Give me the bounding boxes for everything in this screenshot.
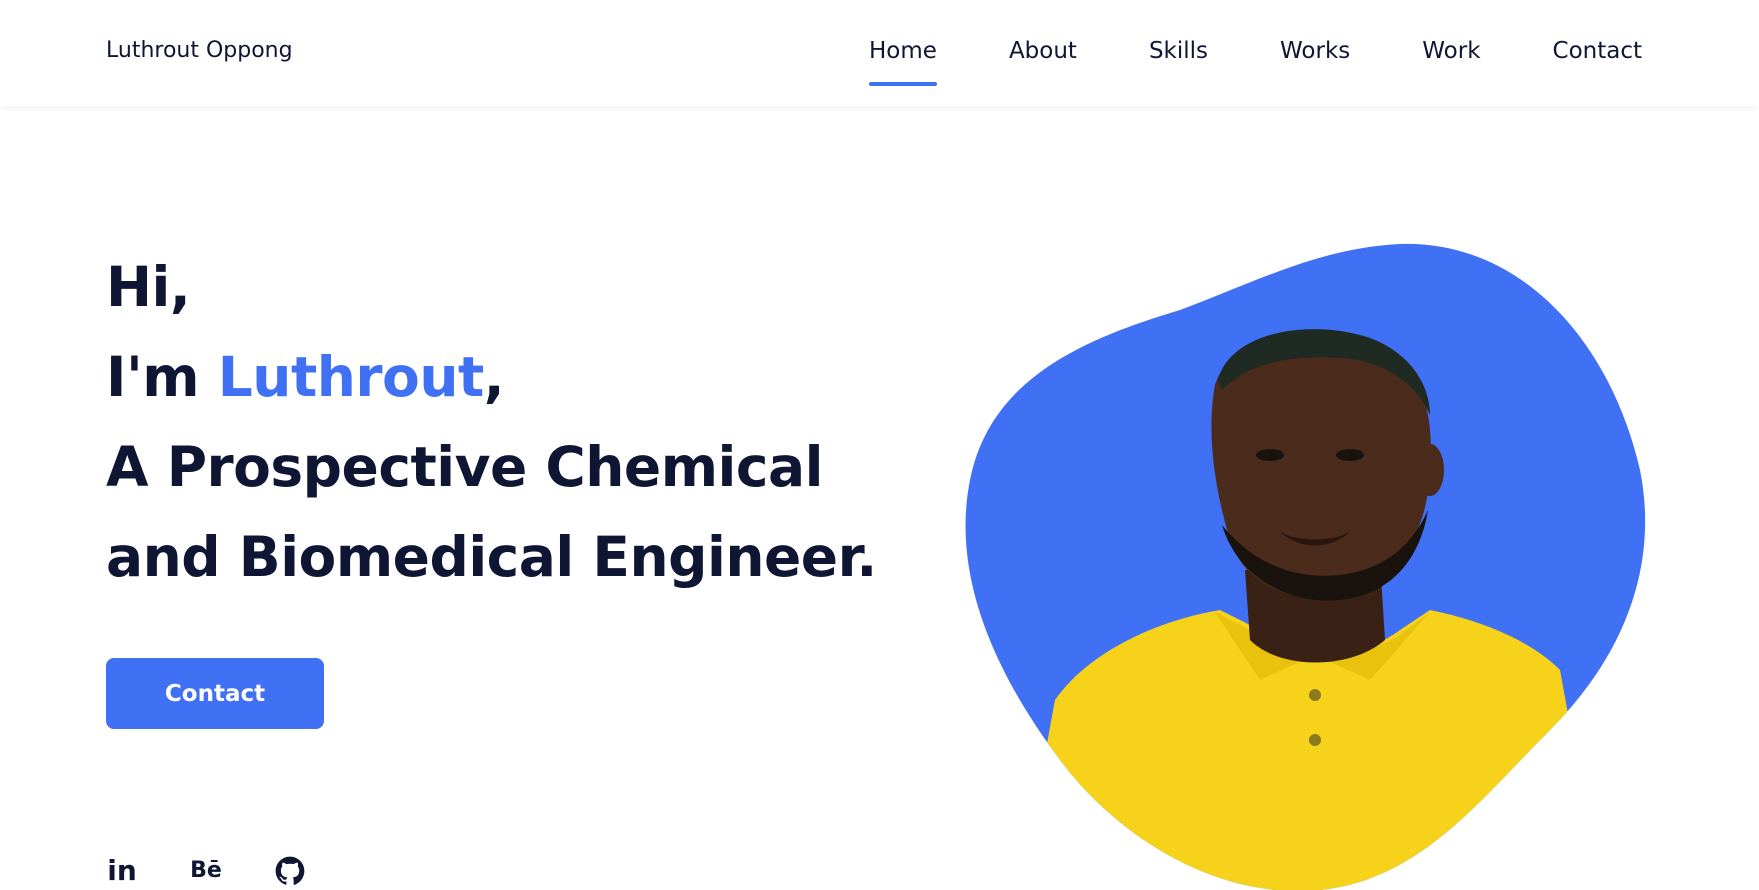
eye-left — [1256, 449, 1284, 461]
hero-headline: Hi, I'm Luthrout, A Prospective Chemical… — [106, 242, 877, 602]
hero-intro-prefix: I'm — [106, 345, 218, 409]
nav-item-works[interactable]: Works — [1280, 38, 1350, 64]
github-glyph — [275, 856, 305, 885]
social-links: in Bē — [106, 855, 306, 887]
site-header: Luthrout Oppong Home About Skills Works … — [0, 0, 1759, 106]
hero-greeting: Hi, — [106, 255, 191, 319]
behance-glyph: Bē — [190, 858, 222, 883]
nav-item-work[interactable]: Work — [1422, 38, 1480, 64]
nav-item-contact[interactable]: Contact — [1553, 38, 1642, 64]
main-nav: Home About Skills Works Work Contact — [869, 38, 1642, 86]
hero-contact-button[interactable]: Contact — [106, 658, 324, 729]
linkedin-glyph: in — [107, 854, 137, 887]
nav-item-skills[interactable]: Skills — [1149, 38, 1208, 64]
linkedin-icon[interactable]: in — [106, 855, 138, 887]
portrait-blob — [965, 243, 1646, 890]
hero-title-line-2: and Biomedical Engineer. — [106, 525, 877, 589]
shirt-button — [1309, 689, 1321, 701]
ear — [1416, 444, 1444, 496]
eye-right — [1336, 449, 1364, 461]
nav-item-about[interactable]: About — [1009, 38, 1077, 64]
hero-intro: I'm Luthrout, — [106, 332, 877, 422]
hero-title-line-1: A Prospective Chemical — [106, 435, 823, 499]
hero-intro-suffix: , — [483, 345, 505, 409]
hero-name: Luthrout — [217, 345, 485, 409]
github-icon[interactable] — [274, 855, 306, 887]
shirt-button — [1309, 734, 1321, 746]
behance-icon[interactable]: Bē — [190, 855, 222, 887]
site-brand[interactable]: Luthrout Oppong — [106, 38, 293, 63]
nav-item-home[interactable]: Home — [869, 38, 937, 86]
hero-portrait — [965, 243, 1646, 890]
